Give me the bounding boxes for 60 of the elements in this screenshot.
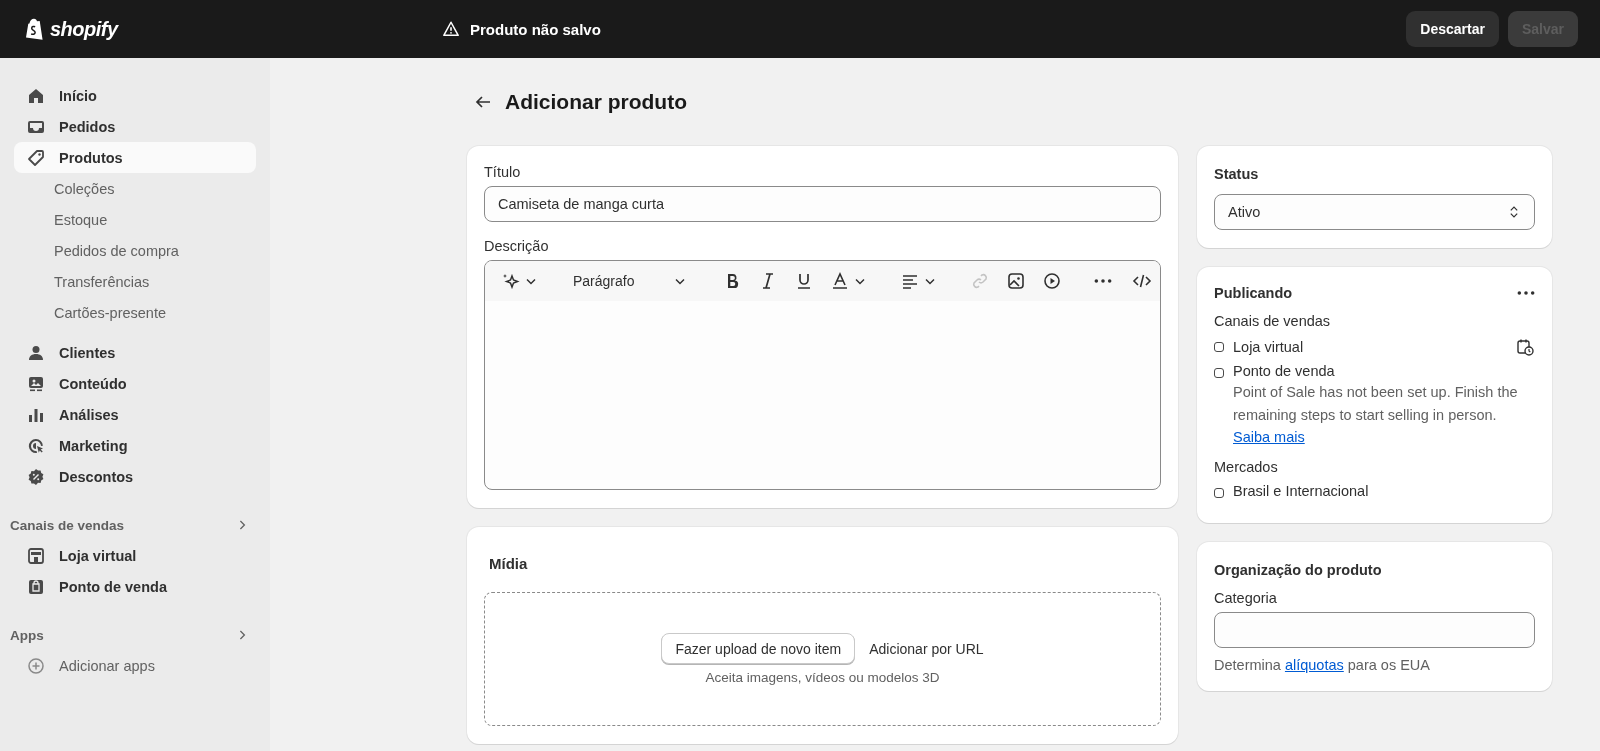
nav-item[interactable]: Análises [14, 399, 256, 430]
nav-item[interactable]: Loja virtual [14, 540, 256, 571]
channel-name: Loja virtual [1233, 339, 1304, 355]
nav-item[interactable]: Produtos [14, 142, 256, 173]
image-icon [1006, 271, 1027, 291]
calendar-clock-icon [1515, 337, 1535, 357]
checkbox[interactable] [1214, 368, 1224, 378]
status-select[interactable]: Ativo [1214, 194, 1535, 230]
nav-item[interactable]: Ponto de venda [14, 571, 256, 602]
nav-item[interactable]: Pedidos de compra [14, 235, 256, 266]
discount-badge-icon [26, 466, 46, 487]
nav-item[interactable]: Clientes [14, 337, 256, 368]
title-input[interactable]: Camiseta de manga curta [484, 186, 1161, 222]
nav-item[interactable]: Coleções [14, 173, 256, 204]
nav-item[interactable]: Início [14, 80, 256, 111]
channel-note: Point of Sale has not been set up. Finish the remaining steps to start selling in person. [1233, 383, 1519, 425]
nav-item[interactable]: Adicionar apps [14, 650, 256, 681]
storefront-icon [26, 545, 46, 566]
card-title: Mídia [489, 555, 529, 572]
logo-wordmark: shopify [50, 17, 118, 41]
field-label: Categoria [1214, 590, 1278, 606]
tag-icon [26, 147, 46, 168]
rates-link[interactable]: alíquotas [1284, 657, 1344, 673]
section-heading: Apps [10, 627, 44, 643]
group-label: Mercados [1214, 459, 1279, 475]
play-circle-icon [1042, 271, 1063, 291]
unsaved-notice: Produto não salvo [470, 20, 601, 38]
page-title: Adicionar produto [505, 90, 687, 114]
market-name: Brasil e Internacional [1233, 483, 1369, 499]
nav-item[interactable]: Marketing [14, 430, 256, 461]
nav-item[interactable]: Cartões-presente [14, 297, 256, 328]
nav-item[interactable]: Estoque [14, 204, 256, 235]
field-label: Título [484, 164, 522, 180]
channel-name: Ponto de venda [1233, 363, 1335, 379]
learn-more-link[interactable]: Saiba mais [1233, 429, 1305, 445]
checkbox[interactable] [1214, 488, 1224, 498]
help-text: Determina alíquotas para os EUA [1214, 657, 1432, 673]
warning-icon [442, 20, 460, 38]
add-url-link[interactable]: Adicionar por URL [869, 640, 984, 657]
paragraph-select[interactable]: Parágrafo [565, 269, 697, 293]
checkbox[interactable] [1214, 342, 1224, 352]
media-dropzone[interactable]: Fazer upload de novo item Adicionar por URL Aceita imagens, vídeos ou modelos 3D [484, 592, 1161, 726]
nav-item[interactable]: Descontos [14, 461, 256, 492]
more-icon [1094, 279, 1113, 283]
more-icon [1517, 291, 1535, 295]
nav-item[interactable]: Conteúdo [14, 368, 256, 399]
plus-circle-icon [26, 655, 46, 676]
field-label: Descrição [484, 238, 550, 254]
category-input[interactable] [1214, 612, 1535, 648]
description-editor[interactable]: Parágrafo [484, 260, 1161, 490]
upload-button[interactable]: Fazer upload de novo item [661, 633, 856, 664]
card-title: Publicando [1214, 285, 1293, 301]
discard-button[interactable]: Descartar [1406, 11, 1499, 47]
dropzone-hint: Aceita imagens, vídeos ou modelos 3D [705, 670, 940, 685]
nav-item[interactable]: Pedidos [14, 111, 256, 142]
group-label: Canais de vendas [1214, 313, 1332, 329]
section-heading: Canais de vendas [10, 517, 125, 533]
card-title: Organização do produto [1214, 562, 1383, 578]
card-title: Status [1214, 166, 1260, 182]
nav-item[interactable]: Transferências [14, 266, 256, 297]
